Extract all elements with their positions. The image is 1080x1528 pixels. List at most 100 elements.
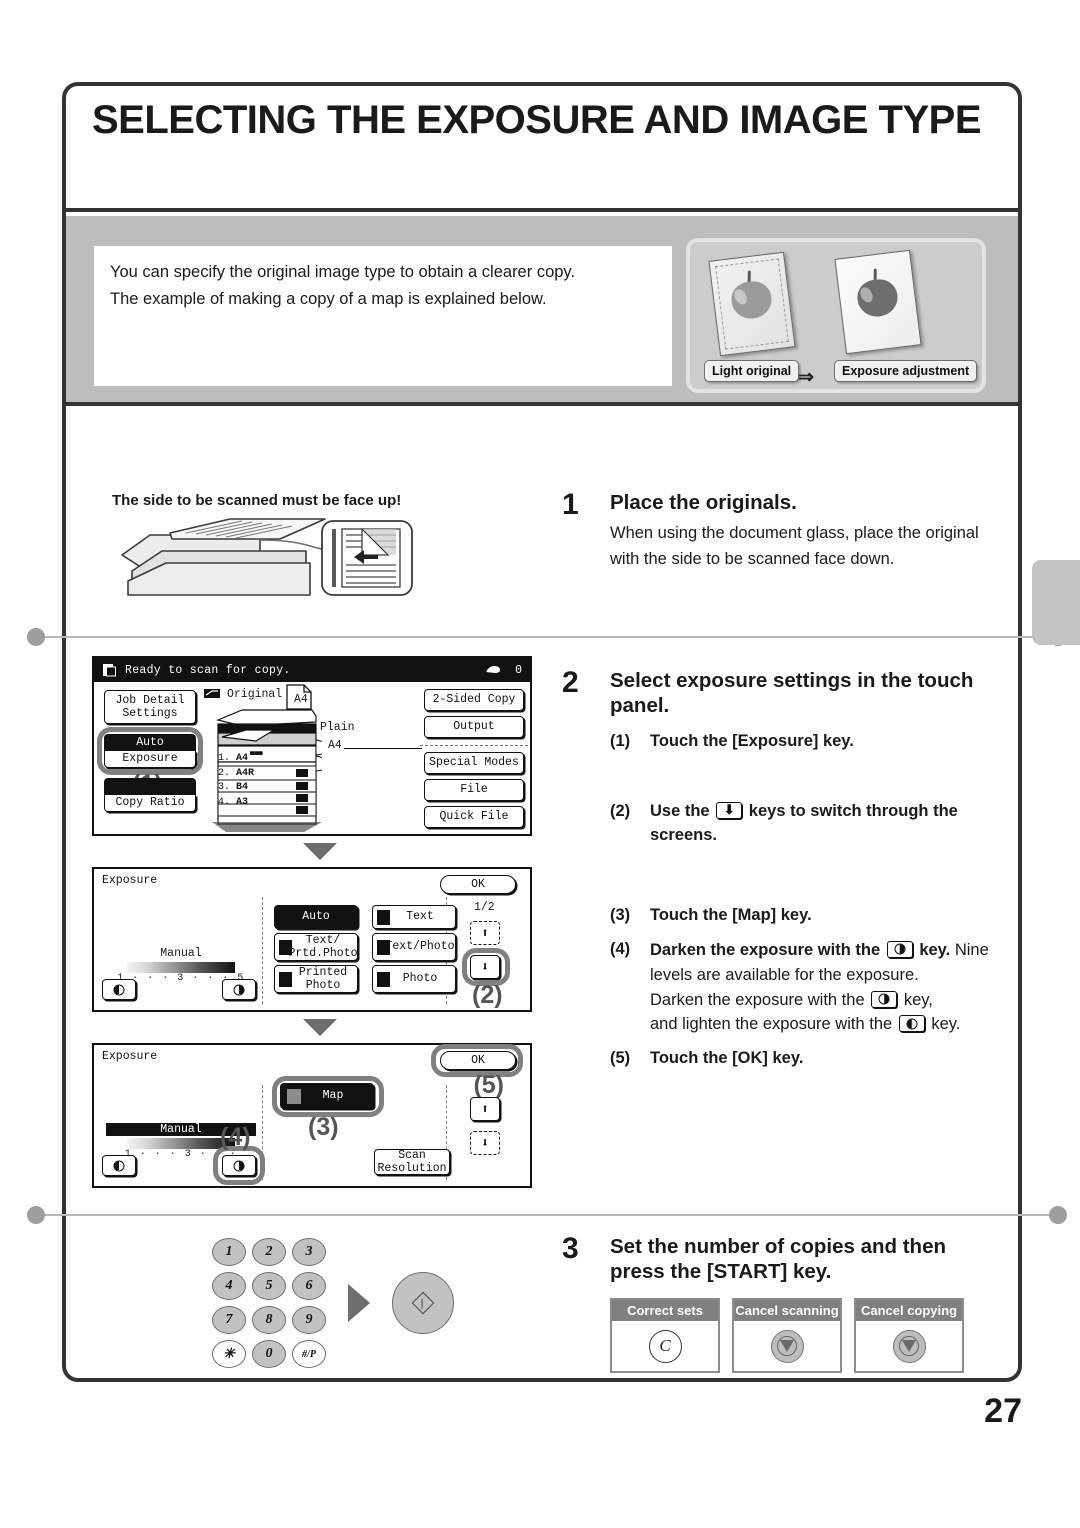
tray-row: 1. A4 [218,752,254,767]
machine-diagram: Original A4 Plain A4 ▀▀▀ 1. A4 2. A4R 3.… [204,684,422,834]
key-2[interactable]: 2 [252,1238,286,1266]
touch-panel-exposure-screen-1[interactable]: Exposure OK Manual 1 · · · 3 · · · 5 Aut… [92,867,532,1012]
intro-line-1: You can specify the original image type … [110,263,576,281]
original-label: Original [227,688,283,701]
stop-key-icon[interactable] [892,1329,926,1363]
step2-substep-3: (3) Touch the [Map] key. [610,904,1002,928]
page-number: 27 [984,1392,1022,1430]
exposure-level-bar [127,962,235,973]
correct-sets-box[interactable]: Correct sets C [610,1298,720,1373]
ok-button[interactable]: OK [440,875,516,894]
output-button[interactable]: Output [424,716,524,738]
flow-arrow-down-icon [303,1019,337,1036]
start-icon [411,1291,435,1315]
text-mode-button[interactable]: Text [372,905,456,929]
scroll-up-button[interactable]: ⬆ [470,1097,500,1121]
step1-heading: Place the originals. [610,491,797,514]
substep-2-number: (2) [610,801,631,820]
copy-ratio-button[interactable]: Copy Ratio [104,778,196,812]
step2-substep-1: (1) Touch the [Exposure] key. [610,730,1002,754]
file-button[interactable]: File [424,779,524,801]
scan-resolution-button[interactable]: Scan Resolution [374,1149,450,1175]
substep-4-note-d: and lighten the exposure with the [650,1015,893,1034]
document-feeder-drawing [121,518,413,596]
section-divider-1 [27,628,1067,646]
two-sided-copy-button[interactable]: 2-Sided Copy [424,689,524,711]
photo-mode-button[interactable]: Photo [372,965,456,993]
key-9[interactable]: 9 [292,1306,326,1334]
scroll-up-button[interactable]: ⬆ [470,921,500,945]
map-icon [287,1089,301,1104]
job-detail-settings-button[interactable]: Job Detail Settings [104,690,196,724]
start-button[interactable] [392,1272,454,1334]
step2-substep-4: (4) Darken the exposure with the key. Ni… [610,938,1002,1038]
step3-heading: Set the number of copies and then press … [610,1235,947,1283]
cancel-scanning-label: Cancel scanning [734,1300,840,1321]
exposure-level-bar [127,1138,235,1149]
scroll-down-button[interactable]: ⬇ [470,1131,500,1155]
substep-4-number: (4) [610,939,631,958]
auto-exposure-button[interactable]: Auto Exposure [104,734,196,768]
tray-row: 3. B4 [218,781,254,796]
key-hash-p[interactable]: #/P [292,1340,326,1368]
exposure-screen-title: Exposure [102,874,158,887]
lighten-button[interactable] [102,979,136,1000]
key-1[interactable]: 1 [212,1238,246,1266]
key-3[interactable]: 3 [292,1238,326,1266]
lighten-button[interactable] [102,1155,136,1176]
key-4[interactable]: 4 [212,1272,246,1300]
ok-button[interactable]: OK [440,1051,516,1070]
key-5[interactable]: 5 [252,1272,286,1300]
exposure-screen-title: Exposure [102,1050,158,1063]
light-original-tag: Light original [704,360,800,382]
map-mode-button[interactable]: Map [280,1083,374,1109]
pointer-line [344,748,422,750]
key-8[interactable]: 8 [252,1306,286,1334]
text-photo-icon [377,940,390,955]
step2-screens-column: Ready to scan for copy. 0 Job Detail Set… [92,656,548,1188]
section-divider-2 [27,1206,1067,1224]
tray-size: A4R [236,767,255,779]
key-7[interactable]: 7 [212,1306,246,1334]
step1-body: When using the document glass, place the… [610,524,979,568]
key-6[interactable]: 6 [292,1272,326,1300]
substep-5-text: Touch the [OK] key. [650,1049,804,1068]
tray-size: A3 [236,796,249,808]
callout-3: (3) [308,1113,339,1141]
substep-1-text: Touch the [Exposure] key. [650,732,854,750]
quick-file-button[interactable]: Quick File [424,806,524,828]
manual-label: Manual [160,947,202,960]
step2-heading: Select exposure settings in the touch pa… [610,669,974,717]
tray-index: 3. [218,782,231,793]
numeric-keypad[interactable]: 1 2 3 4 5 6 7 8 9 ✳ 0 #/P [212,1238,326,1368]
exposure-adjustment-tag: Exposure adjustment [834,360,978,382]
substep-1-number: (1) [610,732,631,750]
auto-mode-button[interactable]: Auto [274,905,358,929]
key-0[interactable]: 0 [252,1340,286,1368]
darken-button[interactable] [222,1155,256,1176]
divider [262,897,263,1004]
tray-index: 2. [218,767,231,779]
intro-line-2: The example of making a copy of a map is… [110,289,547,308]
stop-key-icon[interactable] [770,1329,804,1363]
substep-4-note-b: Darken the exposure with the [650,990,865,1009]
darken-button[interactable] [222,979,256,1000]
title-block: SELECTING THE EXPOSURE AND IMAGE TYPE [66,86,1018,212]
text-printed-photo-mode-button[interactable]: Text/ Prtd.Photo [274,933,358,961]
key-asterisk[interactable]: ✳ [212,1340,246,1368]
clear-key-icon[interactable]: C [648,1329,682,1363]
tray-size: B4 [236,782,249,793]
cancel-copying-box[interactable]: Cancel copying [854,1298,964,1373]
text-prtd-photo-icon [279,940,292,955]
apple-icon [855,268,900,320]
content-region: The side to be scanned must be face up! [27,406,1067,1378]
special-modes-button[interactable]: Special Modes [424,752,524,774]
touch-panel-exposure-screen-2[interactable]: Exposure OK (5) Manual 1 · · · 3 · · · (… [92,1043,532,1188]
copy-mode-icon [103,663,116,676]
scroll-down-button[interactable]: ⬇ [470,955,500,979]
text-photo-mode-button[interactable]: Text/Photo [372,933,456,961]
intro-text-box: You can specify the original image type … [94,246,672,386]
cancel-scanning-box[interactable]: Cancel scanning [732,1298,842,1373]
touch-panel-main-screen[interactable]: Ready to scan for copy. 0 Job Detail Set… [92,656,532,836]
printed-photo-mode-button[interactable]: Printed Photo [274,965,358,993]
